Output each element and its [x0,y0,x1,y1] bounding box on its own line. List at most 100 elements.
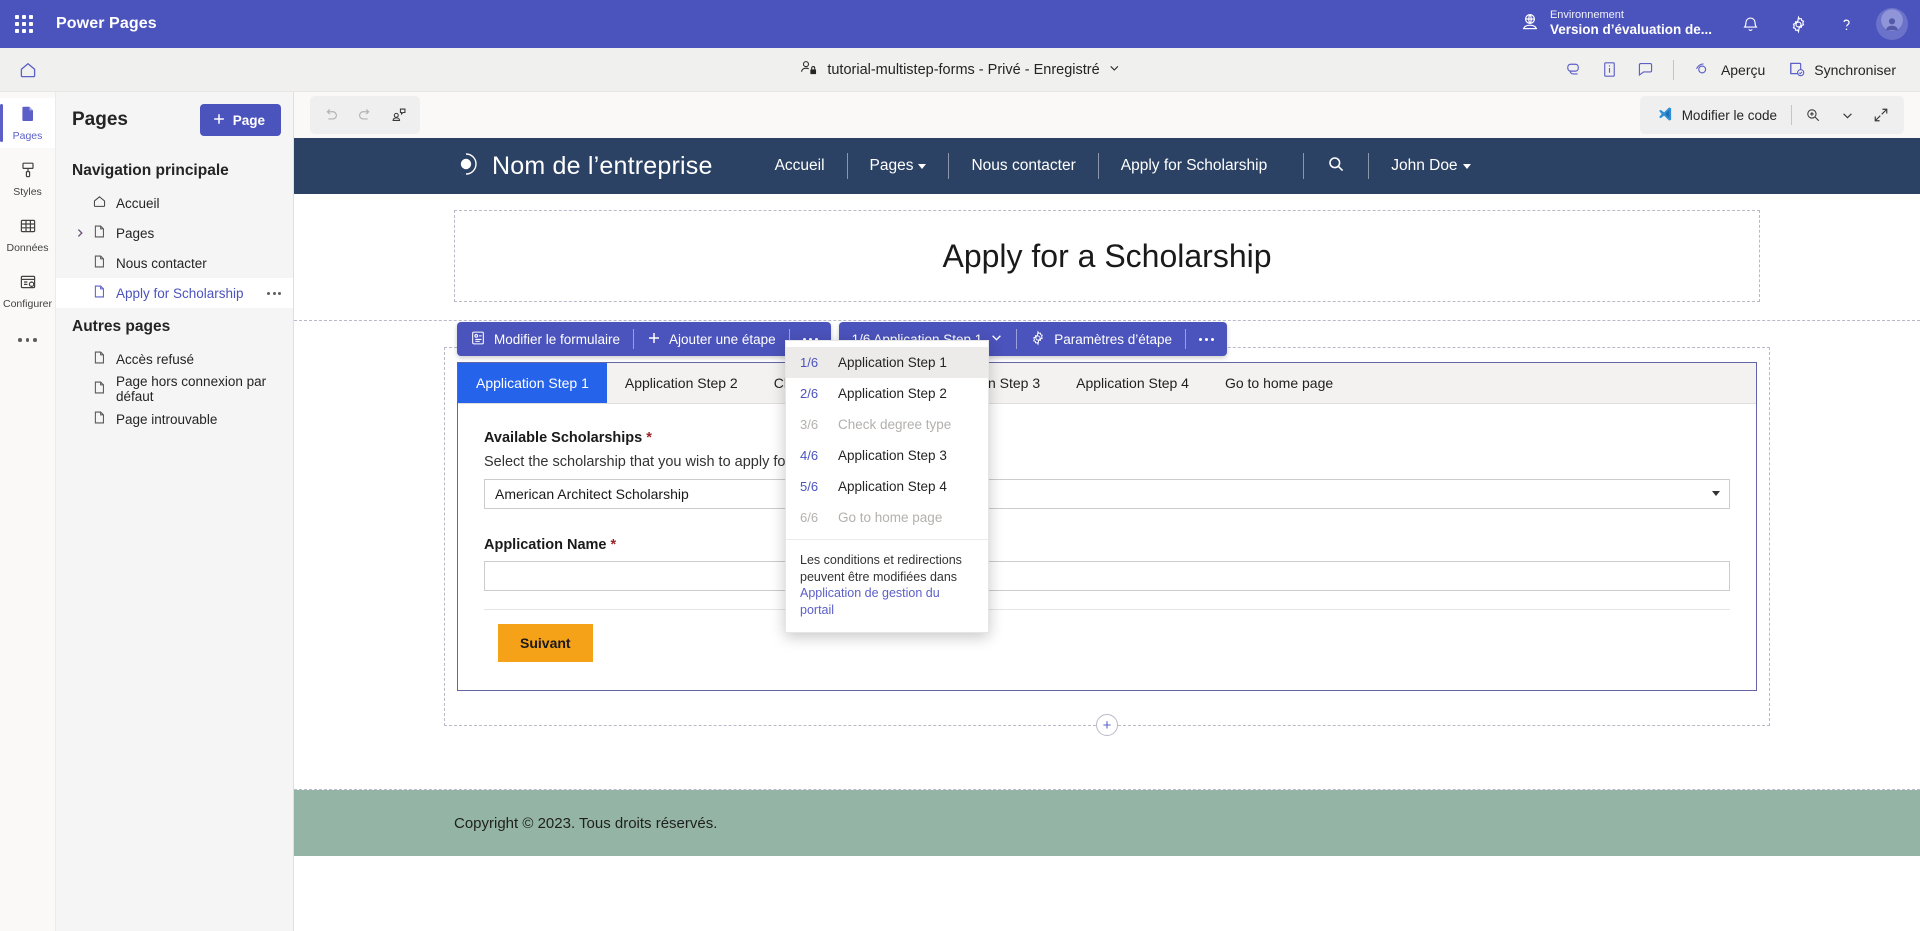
site-nav-pages[interactable]: Pages [848,157,949,175]
portal-management-link[interactable]: Application de gestion du portail [800,586,940,617]
toolbar-divider [1673,60,1674,80]
step-number: 2/6 [800,386,822,401]
redo-icon[interactable] [348,98,382,132]
rail-more-icon[interactable] [0,322,55,358]
tab-application-step-1[interactable]: Application Step 1 [458,363,607,403]
label-text: Application Name [484,537,606,553]
rail-item-setup[interactable]: Configurer [0,266,55,316]
step-number: 5/6 [800,479,822,494]
copilot-icon[interactable] [1557,53,1591,87]
nav-label: Nous contacter [971,157,1075,175]
sync-label: Synchroniser [1814,62,1896,78]
table-icon [18,216,38,239]
pages-panel-header: Pages Page [56,92,293,148]
sync-icon [1787,59,1806,81]
form-container[interactable]: Modifier le formulaire Ajouter une étape [444,347,1770,726]
brand-bar-right: Environnement Version d’évaluation de... [1520,0,1920,48]
hero-section[interactable]: Apply for a Scholarship [454,210,1760,302]
zoom-in-icon[interactable] [1796,98,1830,132]
tab-application-step-2[interactable]: Application Step 2 [607,363,756,403]
site-preview: Nom de l’entreprise Accueil Pages Nous c… [294,138,1920,931]
edit-code-label: Modifier le code [1682,108,1777,123]
add-step-button[interactable]: Ajouter une étape [634,322,789,356]
nav-label: Apply for Scholarship [1121,157,1267,175]
info-pane-icon[interactable] [1593,53,1627,87]
required-marker: * [646,430,652,446]
tree-item-apply-for-scholarship[interactable]: Apply for Scholarship [56,278,293,308]
nav-label: Pages [870,157,914,175]
site-search-button[interactable] [1304,154,1368,179]
tree-item-accueil[interactable]: Accueil [56,188,293,218]
edit-code-button[interactable]: Modifier le code [1646,99,1787,132]
add-page-button[interactable]: Page [200,104,281,136]
tree-label: Accès refusé [116,352,194,367]
tree-label: Pages [116,226,154,241]
tab-application-step-4[interactable]: Application Step 4 [1058,363,1207,403]
environment-picker[interactable]: Environnement Version d’évaluation de... [1520,9,1726,40]
tree-item-more-icon[interactable] [267,292,293,295]
step-dropdown-menu: 1/6 Application Step 1 2/6 Application S… [785,340,989,633]
step-more-icon[interactable] [1186,322,1227,356]
field-spacer [484,509,1730,537]
chevron-down-icon [918,164,926,169]
pages-icon [18,104,38,127]
add-step-label: Ajouter une étape [669,332,776,347]
preview-button[interactable]: Aperçu [1684,53,1775,87]
tree-item-nous-contacter[interactable]: Nous contacter [56,248,293,278]
undo-icon[interactable] [314,98,348,132]
note-text: Les conditions et redirections peuvent ê… [800,553,962,584]
available-scholarships-select-wrap [484,479,1730,509]
notifications-bell-icon[interactable] [1726,0,1774,48]
tab-go-to-home-page[interactable]: Go to home page [1207,363,1351,403]
step-label: Check degree type [838,417,951,432]
site-nav-nous-contacter[interactable]: Nous contacter [949,157,1097,175]
tree-item-page-introuvable[interactable]: Page introuvable [56,404,293,434]
page-icon [92,254,107,272]
edit-form-button[interactable]: Modifier le formulaire [457,322,633,356]
tree-item-pages[interactable]: Pages [56,218,293,248]
app-launcher-icon[interactable] [0,0,48,48]
rail-item-pages[interactable]: Pages [0,98,55,148]
zoom-chevron-down-icon[interactable] [1830,98,1864,132]
canvas-history-group [310,96,420,134]
tree-label: Apply for Scholarship [116,286,244,301]
sync-button[interactable]: Synchroniser [1777,53,1906,87]
app-shell: Pages Styles Données [0,92,1920,931]
step-settings-button[interactable]: Paramètres d’étape [1017,322,1185,356]
settings-gear-icon[interactable] [1774,0,1822,48]
tree-item-acces-refuse[interactable]: Accès refusé [56,344,293,374]
rail-item-styles[interactable]: Styles [0,154,55,204]
rail-label-pages: Pages [13,130,43,142]
site-user-menu[interactable]: John Doe [1369,157,1492,175]
help-icon[interactable] [1822,0,1870,48]
home-icon[interactable] [0,48,56,92]
site-footer: Copyright © 2023. Tous droits réservés. [294,790,1920,856]
page-icon [92,410,107,428]
chevron-down-icon [1712,491,1720,496]
chevron-right-icon[interactable] [72,218,88,248]
tree-item-page-hors-connexion[interactable]: Page hors connexion par défaut [56,374,293,404]
user-avatar[interactable] [1876,8,1908,40]
step-menu-item-1[interactable]: 1/6 Application Step 1 [786,347,988,378]
site-title-dropdown[interactable]: tutorial-multistep-forms - Privé - Enreg… [799,58,1120,81]
application-name-input[interactable] [484,561,1730,591]
setup-icon [18,272,38,295]
fullscreen-icon[interactable] [1864,98,1898,132]
add-section-button[interactable]: + [1096,714,1118,736]
step-menu-item-2[interactable]: 2/6 Application Step 2 [786,378,988,409]
group-title-other-pages: Autres pages [56,308,293,344]
step-menu-item-5[interactable]: 5/6 Application Step 4 [786,471,988,502]
feedback-chat-icon[interactable] [1629,53,1663,87]
rail-item-data[interactable]: Données [0,210,55,260]
plus-icon [647,331,661,348]
site-nav-apply-for-scholarship[interactable]: Apply for Scholarship [1099,157,1289,175]
site-nav: Accueil Pages Nous contacter Apply for S… [753,153,1493,179]
step-menu-item-4[interactable]: 4/6 Application Step 3 [786,440,988,471]
canvas-right-tools: Modifier le code [1640,96,1904,134]
environment-label: Environnement [1550,9,1712,23]
next-button[interactable]: Suivant [498,624,593,662]
site-nav-accueil[interactable]: Accueil [753,157,847,175]
available-scholarships-select[interactable] [484,479,1730,509]
collaborate-icon[interactable] [382,98,416,132]
site-brand[interactable]: Nom de l’entreprise [452,150,713,183]
